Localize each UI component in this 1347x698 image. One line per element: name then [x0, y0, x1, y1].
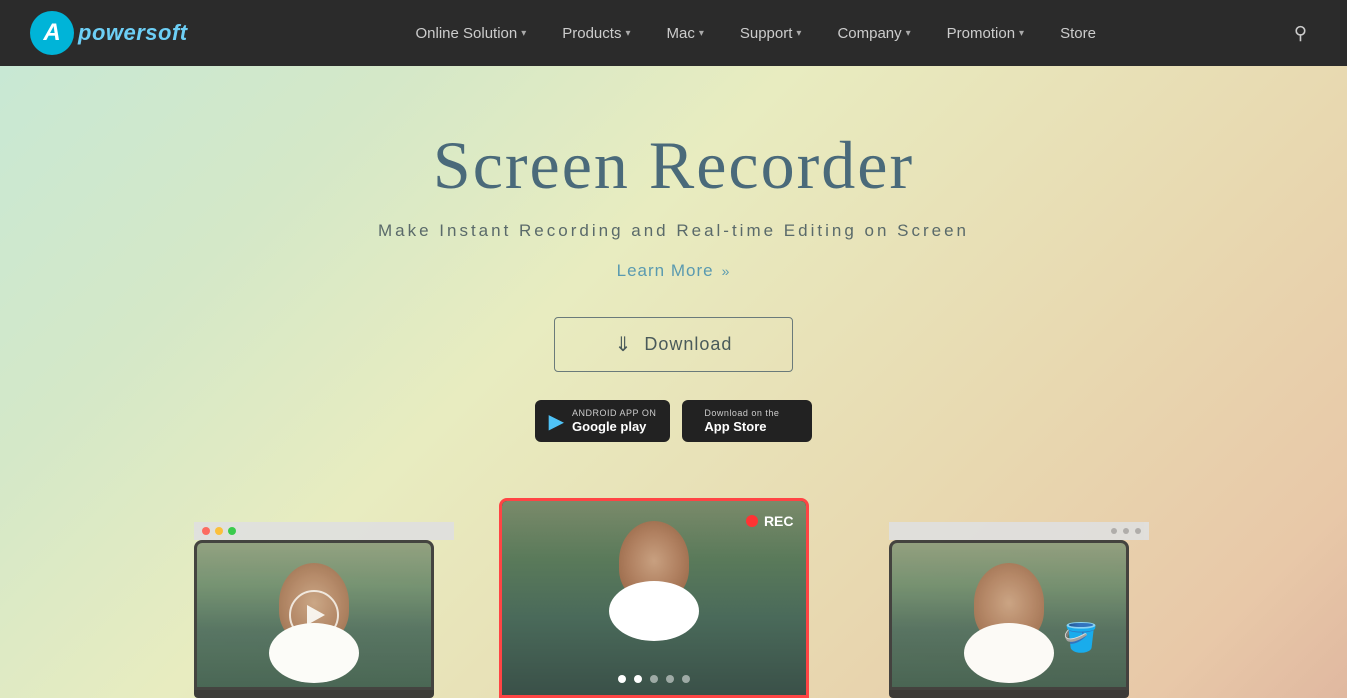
nav-item-online-solution[interactable]: Online Solution ▾ [397, 0, 544, 66]
mac-dot-yellow [215, 527, 223, 535]
download-icon: ⇓ [615, 332, 633, 357]
store-badges: ▶ ANDROID APP ON Google play Download on… [535, 400, 813, 442]
mac-bar-right [889, 522, 1149, 540]
mac-dot-sm-2 [1123, 528, 1129, 534]
nav-item-store[interactable]: Store [1042, 0, 1114, 66]
google-play-badge[interactable]: ▶ ANDROID APP ON Google play [535, 400, 671, 442]
learn-more-label: Learn More [617, 261, 714, 281]
play-triangle [307, 605, 325, 625]
hero-title: Screen Recorder [433, 126, 914, 205]
google-play-text: ANDROID APP ON Google play [572, 408, 656, 434]
chevron-icon: ▾ [625, 28, 630, 39]
app-store-text: Download on the App Store [704, 408, 779, 434]
arrows-icon: » [722, 263, 731, 279]
rec-label: REC [764, 513, 794, 529]
download-label: Download [644, 334, 732, 355]
device-right: 🪣 [889, 522, 1149, 698]
mac-base-left [194, 690, 434, 698]
chevron-icon: ▾ [521, 28, 526, 39]
google-play-icon: ▶ [549, 409, 564, 434]
logo-text: powersoft [78, 20, 188, 46]
hero-subtitle: Make Instant Recording and Real-time Edi… [378, 221, 969, 241]
dot-3[interactable] [650, 675, 658, 683]
play-button-left[interactable] [289, 590, 339, 640]
nav-item-mac[interactable]: Mac ▾ [648, 0, 721, 66]
nav-item-support[interactable]: Support ▾ [722, 0, 820, 66]
edit-icon-overlay: 🪣 [1061, 617, 1101, 657]
device-left [194, 522, 454, 698]
chevron-icon: ▾ [796, 28, 801, 39]
rec-dot [746, 515, 758, 527]
hero-section: Screen Recorder Make Instant Recording a… [0, 66, 1347, 698]
screen-left [194, 540, 434, 690]
mac-base-right [889, 690, 1129, 698]
chevron-icon: ▾ [1019, 28, 1024, 39]
nav-links: Online Solution ▾ Products ▾ Mac ▾ Suppo… [228, 0, 1284, 66]
dot-5[interactable] [682, 675, 690, 683]
dots-indicator [618, 675, 690, 683]
logo[interactable]: powersoft [30, 11, 188, 55]
mac-dots-right [1111, 528, 1141, 534]
mac-dot-sm-3 [1135, 528, 1141, 534]
mac-bar-left [194, 522, 454, 540]
nav-item-promotion[interactable]: Promotion ▾ [929, 0, 1042, 66]
mac-dot-sm-1 [1111, 528, 1117, 534]
search-icon[interactable]: ⚲ [1284, 23, 1317, 44]
portrait-center [502, 501, 806, 695]
paint-bucket-icon: 🪣 [1061, 617, 1101, 657]
screen-right: 🪣 [889, 540, 1129, 690]
download-button[interactable]: ⇓ Download [554, 317, 794, 372]
mac-dot-green [228, 527, 236, 535]
rec-badge: REC [746, 513, 794, 529]
dot-1[interactable] [618, 675, 626, 683]
device-center: REC [499, 498, 849, 698]
dot-4[interactable] [666, 675, 674, 683]
portrait-right [892, 543, 1126, 687]
mac-dot-red [202, 527, 210, 535]
learn-more-link[interactable]: Learn More » [617, 261, 731, 281]
chevron-icon: ▾ [699, 28, 704, 39]
app-store-badge[interactable]: Download on the App Store [682, 400, 812, 442]
screen-center: REC [499, 498, 809, 698]
nav-item-company[interactable]: Company ▾ [819, 0, 928, 66]
chevron-icon: ▾ [906, 28, 911, 39]
nav-item-products[interactable]: Products ▾ [544, 0, 648, 66]
navbar: powersoft Online Solution ▾ Products ▾ M… [0, 0, 1347, 66]
dot-2[interactable] [634, 675, 642, 683]
logo-icon [30, 11, 74, 55]
devices-area: REC [0, 478, 1347, 698]
